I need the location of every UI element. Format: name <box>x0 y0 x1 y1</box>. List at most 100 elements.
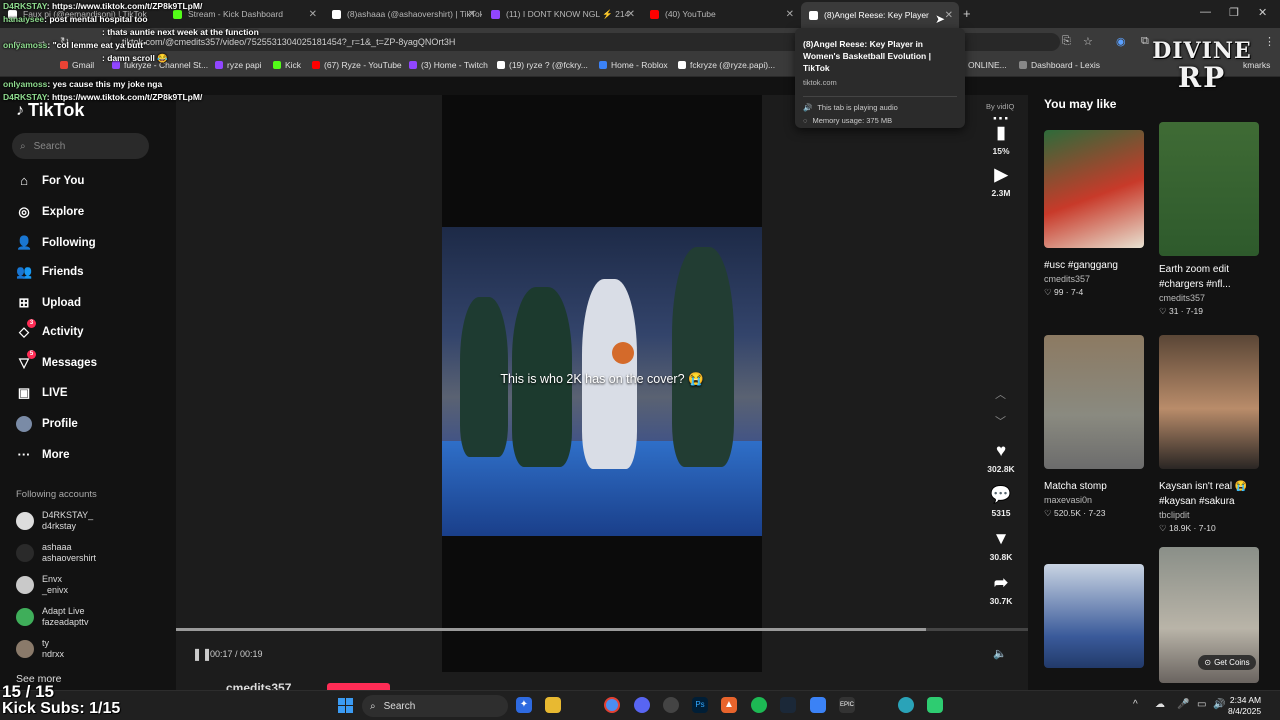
steam-icon[interactable] <box>780 697 796 713</box>
app-icon[interactable] <box>810 697 826 713</box>
account-handle: d4rkstay <box>42 521 77 531</box>
new-tab-button[interactable]: + <box>963 6 971 21</box>
account-name: D4RKSTAY_ <box>42 510 94 520</box>
vidiq-stats[interactable]: ▮ 15% <box>976 123 1026 156</box>
microphone-icon[interactable]: 🎤 <box>1177 699 1189 710</box>
video-card[interactable]: #usc #ganggang cmedits357 ♡ 99 · 7-4 <box>1044 130 1144 299</box>
follow-button[interactable] <box>327 683 390 690</box>
chevron-up-icon[interactable]: ︿ <box>995 386 1006 402</box>
account-item[interactable]: ashaaa ashaovershirt <box>16 542 96 564</box>
bookmark-item[interactable]: (3) Home - Twitch <box>409 60 488 70</box>
like-button[interactable]: ♥ 302.8K <box>976 441 1026 474</box>
views-count[interactable]: ▶ 2.3M <box>976 165 1026 198</box>
app-icon[interactable] <box>898 697 914 713</box>
nav-activity[interactable]: ◇ 3 Activity <box>16 319 84 340</box>
video-frame[interactable]: This is who 2K has on the cover? 😭 <box>442 227 762 536</box>
close-icon[interactable]: ✕ <box>309 9 317 20</box>
save-button[interactable]: ▼ 30.8K <box>976 529 1026 562</box>
bookmark-label: Kick <box>285 60 302 70</box>
chat-message: D4RKSTAY: https://www.tiktok.com/t/ZP8k9… <box>3 1 202 11</box>
nav-upload[interactable]: ⊞ Upload <box>16 295 81 311</box>
tiktok-logo[interactable]: ♪ TikTok <box>16 100 84 121</box>
bookmark-item[interactable]: Kick <box>273 60 301 70</box>
tiktok-page: ♪ TikTok ⌕ Search ⌂ For You ◎ Explore 👤 Fol… <box>0 77 1280 695</box>
taskbar-search[interactable]: ⌕ Search <box>362 695 508 717</box>
tab-4[interactable]: (11) I DONT KNOW NGL ⚡ 214 ✕ <box>483 4 641 24</box>
bookmark-star-icon[interactable]: ☆ <box>1083 35 1093 48</box>
tab-5[interactable]: (40) YouTube ✕ <box>642 4 800 24</box>
speaker-icon[interactable]: 🔊 <box>1213 699 1225 710</box>
close-icon[interactable]: ✕ <box>627 9 635 20</box>
nav-live[interactable]: ▣ LIVE <box>16 385 68 401</box>
obs-icon[interactable] <box>663 697 679 713</box>
roblox-icon <box>599 61 607 69</box>
app-icon[interactable] <box>927 697 943 713</box>
video-card[interactable]: Matcha stomp maxevasi0n ♡ 520.5K · 7-23 <box>1044 335 1144 520</box>
tooltip-audio: 🔊 This tab is playing audio <box>803 103 957 112</box>
nav-friends[interactable]: 👥 Friends <box>16 264 84 280</box>
bookmark-item[interactable]: ryze papi <box>215 60 262 70</box>
memory-icon: ◌ <box>803 116 808 125</box>
tooltip-host: tiktok.com <box>803 78 837 87</box>
photoshop-icon[interactable]: Ps <box>692 697 708 713</box>
tab-3[interactable]: (8)ashaaa (@ashaovershirt) | TikTok ✕ <box>324 4 482 24</box>
account-item[interactable]: Envx _enivx <box>16 574 68 596</box>
taskbar-search-label: Search <box>383 700 416 712</box>
video-card[interactable] <box>1044 564 1144 668</box>
video-player[interactable]: This is who 2K has on the cover? 😭 ❚❚ 00… <box>176 95 1028 690</box>
minimize-icon[interactable]: — <box>1200 6 1211 18</box>
account-item[interactable]: Adapt Live fazeadapttv <box>16 606 89 628</box>
menu-icon[interactable]: ⋮ <box>1264 35 1275 48</box>
bookmark-item[interactable]: Home - Roblox <box>599 60 668 70</box>
close-icon[interactable]: ✕ <box>945 10 953 21</box>
search-icon: ⌕ <box>20 140 26 152</box>
tooltip-title: (8)Angel Reese: Key Player in Women's Ba… <box>803 39 931 73</box>
network-icon[interactable]: ☁ <box>1155 699 1165 710</box>
monitor-icon[interactable]: ▭ <box>1197 699 1206 710</box>
account-item[interactable]: ty ndrxx <box>16 638 64 660</box>
bookmark-item[interactable]: ONLINE... <box>968 60 1007 70</box>
close-icon[interactable]: ✕ <box>468 9 476 20</box>
nav-following[interactable]: 👤 Following <box>16 235 96 251</box>
chevron-up-icon[interactable]: ^ <box>1133 699 1138 710</box>
nav-messages[interactable]: ▽ 5 Messages <box>16 350 97 371</box>
comment-button[interactable]: 💬 5315 <box>976 485 1026 518</box>
following-accounts-title: Following accounts <box>16 489 97 500</box>
chevron-down-icon[interactable]: ﹀ <box>995 413 1006 429</box>
close-icon[interactable]: ✕ <box>786 9 794 20</box>
chat-text: : damn scroll 😂 <box>102 53 168 63</box>
audio-icon[interactable]: ◉ <box>1116 35 1126 48</box>
video-card[interactable]: Earth zoom edit #chargers #nfl... cmedit… <box>1159 122 1259 318</box>
bookmark-item[interactable]: Dashboard - Lexis <box>1019 60 1100 70</box>
start-button[interactable] <box>338 698 353 713</box>
app-icon[interactable]: ▲ <box>721 697 737 713</box>
share-button[interactable]: ➦ 30.7K <box>976 573 1026 606</box>
volume-icon[interactable]: 🔈 <box>993 647 1007 660</box>
bookmark-item[interactable]: fckryze (@ryze.papi)... <box>678 60 775 70</box>
spotify-icon[interactable] <box>751 697 767 713</box>
restore-icon[interactable]: ❐ <box>1229 6 1239 19</box>
nav-explore[interactable]: ◎ Explore <box>16 204 84 220</box>
search-input[interactable]: ⌕ Search <box>12 133 149 159</box>
nav-profile[interactable]: Profile <box>16 416 78 432</box>
bookmark-item[interactable]: (67) Ryze - YouTube <box>312 60 402 70</box>
system-clock[interactable]: 2:34 AM 8/4/2025 <box>1228 695 1261 717</box>
progress-bar[interactable] <box>176 628 1028 631</box>
nav-more[interactable]: ··· More <box>16 447 70 462</box>
copilot-icon[interactable]: ✦ <box>516 697 532 713</box>
file-explorer-icon[interactable] <box>545 697 561 713</box>
bookmark-item[interactable]: (19) ryze ? (@fckry... <box>497 60 588 70</box>
epic-games-icon[interactable]: EPIC <box>839 697 855 713</box>
tab-label: (8)ashaaa (@ashaovershirt) | TikTok <box>347 9 482 19</box>
nav-for-you[interactable]: ⌂ For You <box>16 173 84 188</box>
install-icon[interactable]: ⎘ <box>1062 35 1071 48</box>
chrome-icon[interactable] <box>604 697 620 713</box>
discord-icon[interactable] <box>634 697 650 713</box>
account-item[interactable]: D4RKSTAY_ d4rkstay <box>16 510 93 532</box>
chat-message: : damn scroll 😂 <box>22 53 168 64</box>
windows-taskbar: ⌕ Search ✦ Ps ▲ EPIC ^ ☁ 🎤 ▭ 🔊 2:34 AM 8/… <box>0 690 1280 720</box>
close-window-icon[interactable]: ✕ <box>1258 6 1267 19</box>
extensions-icon[interactable]: ⧉ <box>1141 35 1149 48</box>
get-coins-button[interactable]: ⊙ Get Coins <box>1198 655 1256 670</box>
video-card[interactable]: Kaysan isn't real 😭 #kaysan #sakura tbcl… <box>1159 335 1259 535</box>
